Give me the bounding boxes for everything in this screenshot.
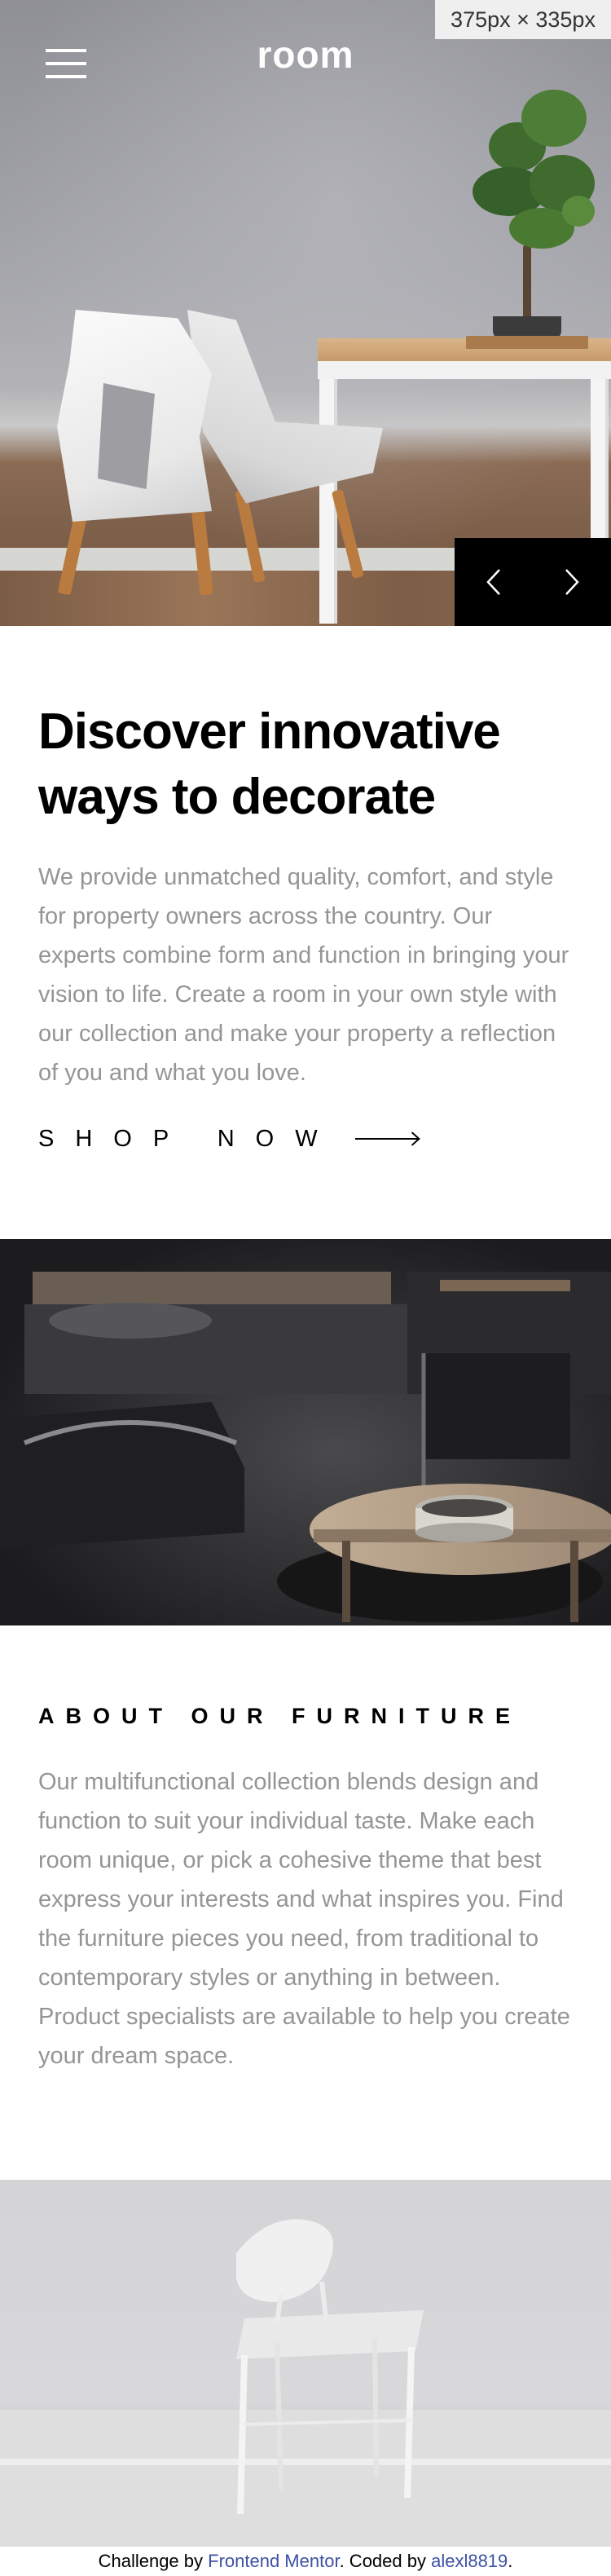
- hamburger-menu-icon[interactable]: [46, 49, 86, 78]
- viewport-size-badge: 375px × 335px: [435, 0, 611, 39]
- logo[interactable]: room: [244, 33, 367, 77]
- about-description: Our multifunctional collection blends de…: [38, 1769, 570, 2069]
- slider-controls: [455, 538, 611, 626]
- about-heading: ABOUT OUR FURNITURE: [38, 1704, 521, 1728]
- hero-image: room: [0, 0, 611, 626]
- attribution: Challenge by Frontend Mentor. Coded by a…: [0, 2547, 611, 2576]
- arrow-right-icon: [354, 1131, 420, 1146]
- shop-now-link[interactable]: SHOP NOW: [38, 1117, 421, 1161]
- author-link[interactable]: alexl8819: [431, 2551, 508, 2571]
- chevron-left-icon[interactable]: [455, 538, 533, 626]
- page-title: Discover innovative ways to decorate: [38, 704, 501, 825]
- white-chair-image: [0, 2180, 611, 2547]
- shop-now-label: SHOP NOW: [38, 1125, 339, 1152]
- page: room 375px × 335px Discover innovative w…: [0, 0, 611, 2576]
- frontend-mentor-link[interactable]: Frontend Mentor: [208, 2551, 339, 2571]
- dark-interior-image: [0, 1239, 611, 1625]
- discover-description: We provide unmatched quality, comfort, a…: [38, 864, 569, 1086]
- chevron-right-icon[interactable]: [533, 538, 611, 626]
